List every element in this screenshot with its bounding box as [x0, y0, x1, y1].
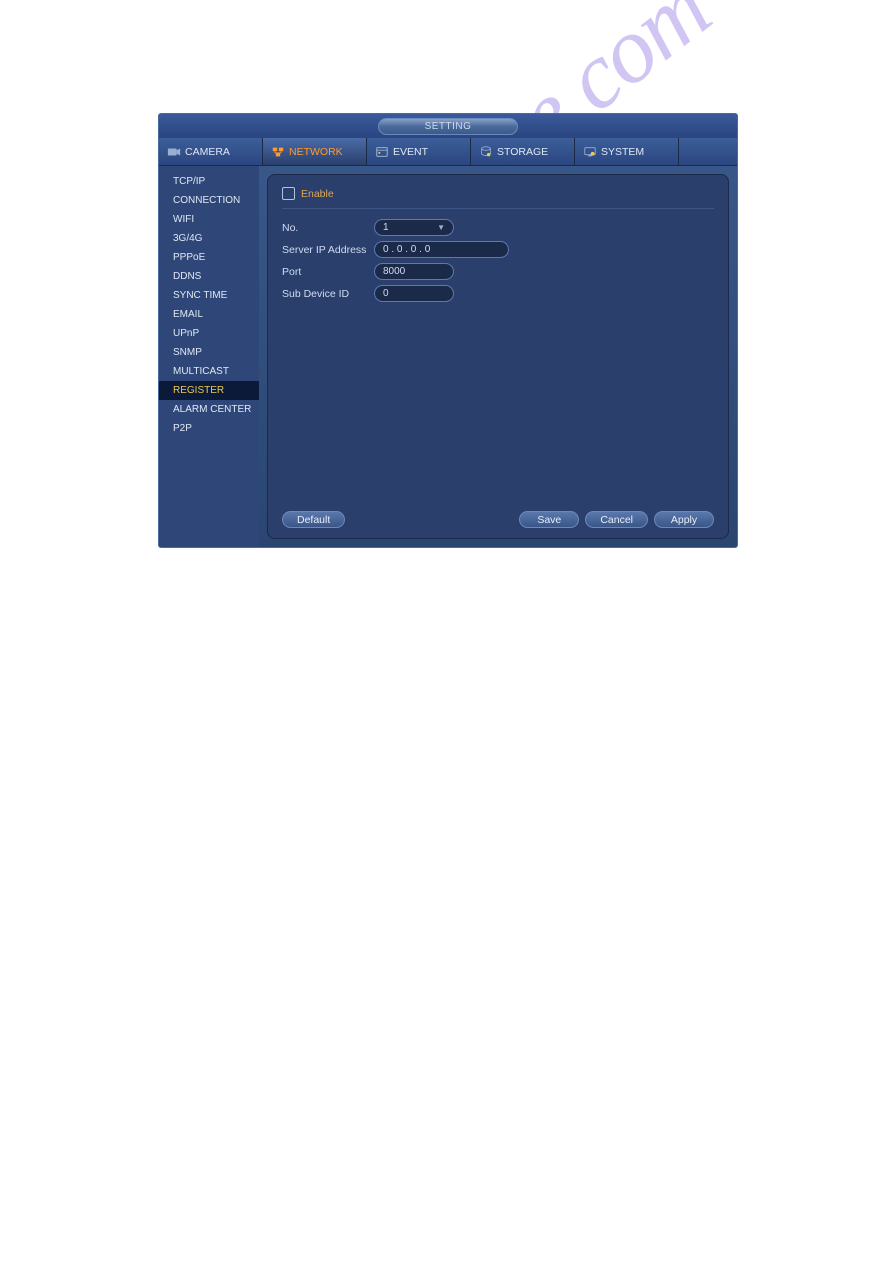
tab-label: CAMERA	[185, 146, 230, 158]
sidebar-item-upnp[interactable]: UPnP	[159, 324, 259, 343]
no-label: No.	[282, 222, 374, 234]
sidebar-item-3g4g[interactable]: 3G/4G	[159, 229, 259, 248]
sub-device-input[interactable]: 0	[374, 285, 454, 302]
row-server-ip: Server IP Address 0 . 0 . 0 . 0	[282, 241, 714, 258]
row-port: Port 8000	[282, 263, 714, 280]
port-value: 8000	[383, 266, 405, 277]
sidebar-item-tcpip[interactable]: TCP/IP	[159, 172, 259, 191]
sidebar-item-register[interactable]: REGISTER	[159, 381, 259, 400]
enable-checkbox[interactable]	[282, 187, 295, 200]
sidebar-item-wifi[interactable]: WIFI	[159, 210, 259, 229]
register-panel: Enable No. 1 ▼ Server IP Address 0 . 0 .…	[267, 174, 729, 539]
sidebar-item-alarmcenter[interactable]: ALARM CENTER	[159, 400, 259, 419]
sub-device-label: Sub Device ID	[282, 288, 374, 300]
sidebar-item-synctime[interactable]: SYNC TIME	[159, 286, 259, 305]
server-ip-input[interactable]: 0 . 0 . 0 . 0	[374, 241, 509, 258]
default-button[interactable]: Default	[282, 511, 345, 528]
tab-label: STORAGE	[497, 146, 548, 158]
enable-label: Enable	[301, 188, 334, 200]
tab-label: NETWORK	[289, 146, 343, 158]
tab-camera[interactable]: CAMERA	[159, 138, 263, 165]
main-tabs: CAMERA NETWORK EVENT STORAGE SYSTEM	[159, 138, 737, 166]
content-area: TCP/IP CONNECTION WIFI 3G/4G PPPoE DDNS …	[159, 166, 737, 547]
port-input[interactable]: 8000	[374, 263, 454, 280]
window-title: SETTING	[378, 118, 518, 135]
tab-label: EVENT	[393, 146, 428, 158]
row-no: No. 1 ▼	[282, 219, 714, 236]
sidebar-item-email[interactable]: EMAIL	[159, 305, 259, 324]
settings-window: SETTING CAMERA NETWORK EVENT STORAGE	[158, 113, 738, 548]
no-value: 1	[383, 222, 389, 233]
row-sub-device: Sub Device ID 0	[282, 285, 714, 302]
server-ip-label: Server IP Address	[282, 244, 374, 256]
apply-button[interactable]: Apply	[654, 511, 714, 528]
title-bar: SETTING	[159, 114, 737, 138]
tab-system[interactable]: SYSTEM	[575, 138, 679, 165]
port-label: Port	[282, 266, 374, 278]
button-row: Default Save Cancel Apply	[282, 511, 714, 528]
main-panel: Enable No. 1 ▼ Server IP Address 0 . 0 .…	[259, 166, 737, 547]
camera-icon	[167, 145, 181, 159]
server-ip-value: 0 . 0 . 0 . 0	[383, 244, 430, 255]
tab-network[interactable]: NETWORK	[263, 138, 367, 165]
storage-icon	[479, 145, 493, 159]
system-icon	[583, 145, 597, 159]
sidebar-item-connection[interactable]: CONNECTION	[159, 191, 259, 210]
save-button[interactable]: Save	[519, 511, 579, 528]
network-icon	[271, 145, 285, 159]
tab-event[interactable]: EVENT	[367, 138, 471, 165]
chevron-down-icon: ▼	[437, 223, 445, 232]
spacer	[345, 511, 519, 528]
enable-row: Enable	[282, 187, 714, 209]
tab-storage[interactable]: STORAGE	[471, 138, 575, 165]
no-dropdown[interactable]: 1 ▼	[374, 219, 454, 236]
sidebar-item-ddns[interactable]: DDNS	[159, 267, 259, 286]
sidebar-item-p2p[interactable]: P2P	[159, 419, 259, 438]
tab-label: SYSTEM	[601, 146, 644, 158]
cancel-button[interactable]: Cancel	[585, 511, 648, 528]
sidebar-item-multicast[interactable]: MULTICAST	[159, 362, 259, 381]
sidebar: TCP/IP CONNECTION WIFI 3G/4G PPPoE DDNS …	[159, 166, 259, 547]
event-icon	[375, 145, 389, 159]
sub-device-value: 0	[383, 288, 389, 299]
sidebar-item-snmp[interactable]: SNMP	[159, 343, 259, 362]
sidebar-item-pppoe[interactable]: PPPoE	[159, 248, 259, 267]
